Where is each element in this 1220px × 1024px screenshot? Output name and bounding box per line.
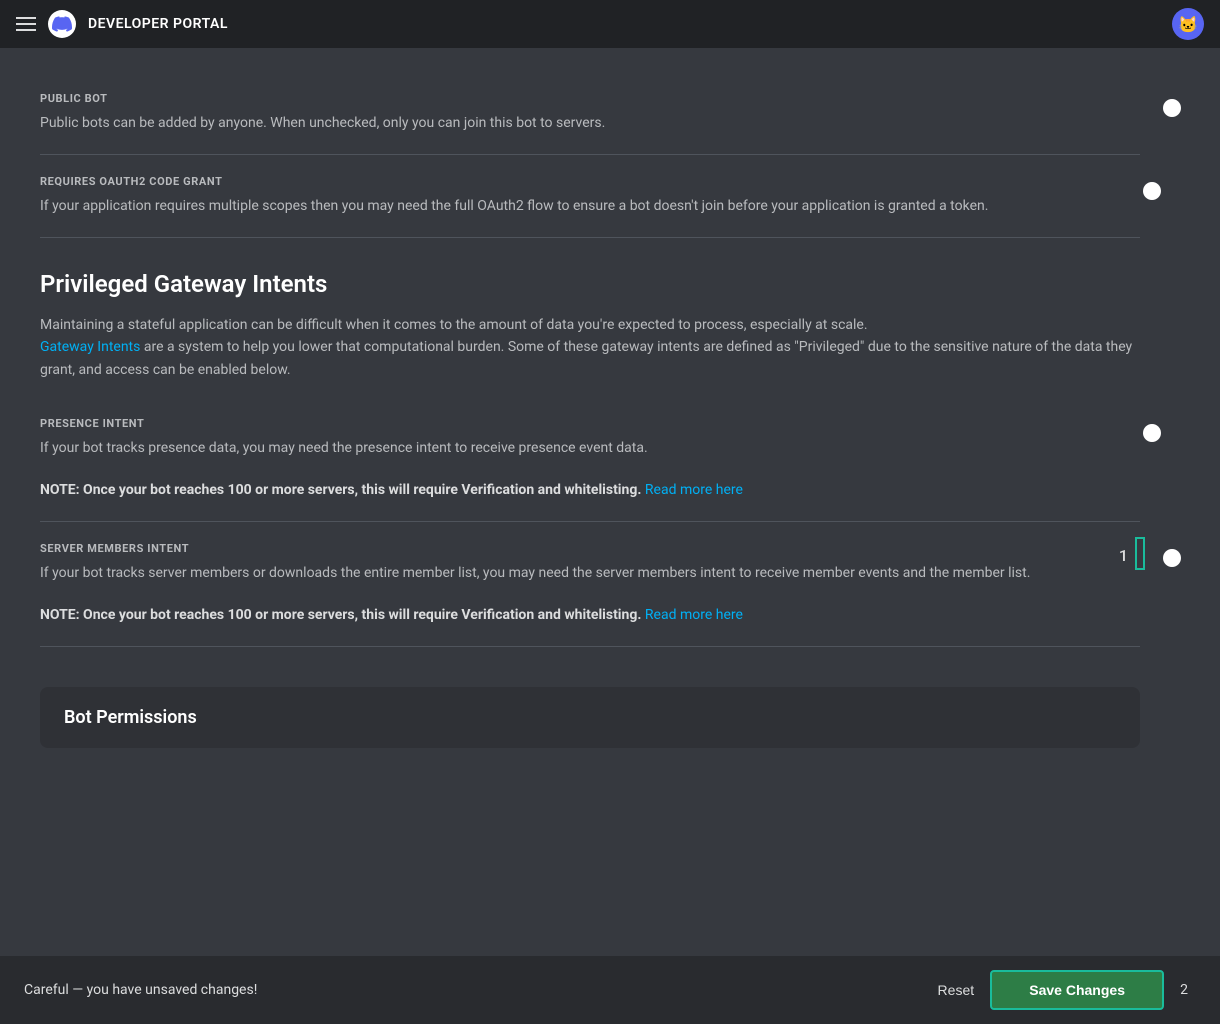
public-bot-info: PUBLIC BOT Public bots can be added by a… (40, 92, 1116, 134)
public-bot-section: PUBLIC BOT Public bots can be added by a… (40, 72, 1140, 155)
reset-button[interactable]: Reset (938, 982, 975, 998)
oauth2-row: REQUIRES OAUTH2 CODE GRANT If your appli… (40, 175, 1140, 217)
nav-left: DEVELOPER PORTAL (16, 10, 228, 38)
privileged-gateway-description: Maintaining a stateful application can b… (40, 314, 1140, 381)
public-bot-row: PUBLIC BOT Public bots can be added by a… (40, 92, 1140, 134)
top-nav: DEVELOPER PORTAL 🐱 (0, 0, 1220, 48)
unsaved-warning: Careful — you have unsaved changes! (24, 982, 257, 998)
portal-title: DEVELOPER PORTAL (88, 16, 228, 32)
public-bot-toggle-thumb (1163, 99, 1181, 117)
oauth2-info: REQUIRES OAUTH2 CODE GRANT If your appli… (40, 175, 1116, 217)
discord-logo (48, 10, 76, 38)
presence-intent-row: PRESENCE INTENT If your bot tracks prese… (40, 417, 1140, 501)
privileged-gateway-heading: Privileged Gateway Intents Maintaining a… (40, 270, 1140, 381)
oauth2-description: If your application requires multiple sc… (40, 196, 1116, 217)
save-changes-label: Save Changes (1029, 982, 1125, 998)
bottom-badge: 2 (1180, 982, 1188, 998)
oauth2-toggle-thumb (1143, 182, 1161, 200)
user-avatar[interactable]: 🐱 (1172, 8, 1204, 40)
server-members-intent-section: SERVER MEMBERS INTENT If your bot tracks… (40, 522, 1140, 647)
server-members-toggle-with-badge: 1 (1119, 542, 1140, 565)
presence-intent-toggle-thumb (1143, 424, 1161, 442)
gateway-intents-link[interactable]: Gateway Intents (40, 339, 140, 355)
hamburger-menu-icon[interactable] (16, 17, 36, 31)
server-members-intent-description: If your bot tracks server members or dow… (40, 563, 1095, 626)
public-bot-label: PUBLIC BOT (40, 92, 1116, 105)
presence-intent-description: If your bot tracks presence data, you ma… (40, 438, 1116, 501)
server-members-intent-info: SERVER MEMBERS INTENT If your bot tracks… (40, 542, 1095, 626)
save-changes-button[interactable]: Save Changes (990, 970, 1164, 1010)
oauth2-label: REQUIRES OAUTH2 CODE GRANT (40, 175, 1116, 188)
bot-permissions-heading: Bot Permissions (64, 707, 1116, 728)
presence-intent-note: NOTE: Once your bot reaches 100 or more … (40, 482, 641, 498)
server-members-read-more[interactable]: Read more here (645, 607, 743, 623)
server-members-desc-text: If your bot tracks server members or dow… (40, 565, 1030, 581)
gateway-description-part2: are a system to help you lower that comp… (40, 339, 1132, 377)
bot-permissions-section: Bot Permissions (40, 687, 1140, 748)
server-members-toggle-thumb (1163, 549, 1181, 567)
presence-intent-info: PRESENCE INTENT If your bot tracks prese… (40, 417, 1116, 501)
privileged-gateway-title: Privileged Gateway Intents (40, 270, 1140, 298)
gateway-description-part1: Maintaining a stateful application can b… (40, 317, 868, 333)
presence-intent-label: PRESENCE INTENT (40, 417, 1116, 430)
server-members-intent-label: SERVER MEMBERS INTENT (40, 542, 1095, 555)
presence-intent-section: PRESENCE INTENT If your bot tracks prese… (40, 397, 1140, 522)
oauth2-section: REQUIRES OAUTH2 CODE GRANT If your appli… (40, 155, 1140, 238)
main-content: PUBLIC BOT Public bots can be added by a… (0, 48, 1180, 772)
server-members-intent-row: SERVER MEMBERS INTENT If your bot tracks… (40, 542, 1140, 626)
presence-intent-desc-text: If your bot tracks presence data, you ma… (40, 440, 648, 456)
server-members-note: NOTE: Once your bot reaches 100 or more … (40, 607, 641, 623)
server-members-badge: 1 (1119, 542, 1128, 565)
presence-intent-read-more[interactable]: Read more here (645, 482, 743, 498)
public-bot-description: Public bots can be added by anyone. When… (40, 113, 1116, 134)
bottom-bar-actions: Reset Save Changes 2 (938, 970, 1196, 1010)
bottom-bar: Careful — you have unsaved changes! Rese… (0, 956, 1220, 1024)
